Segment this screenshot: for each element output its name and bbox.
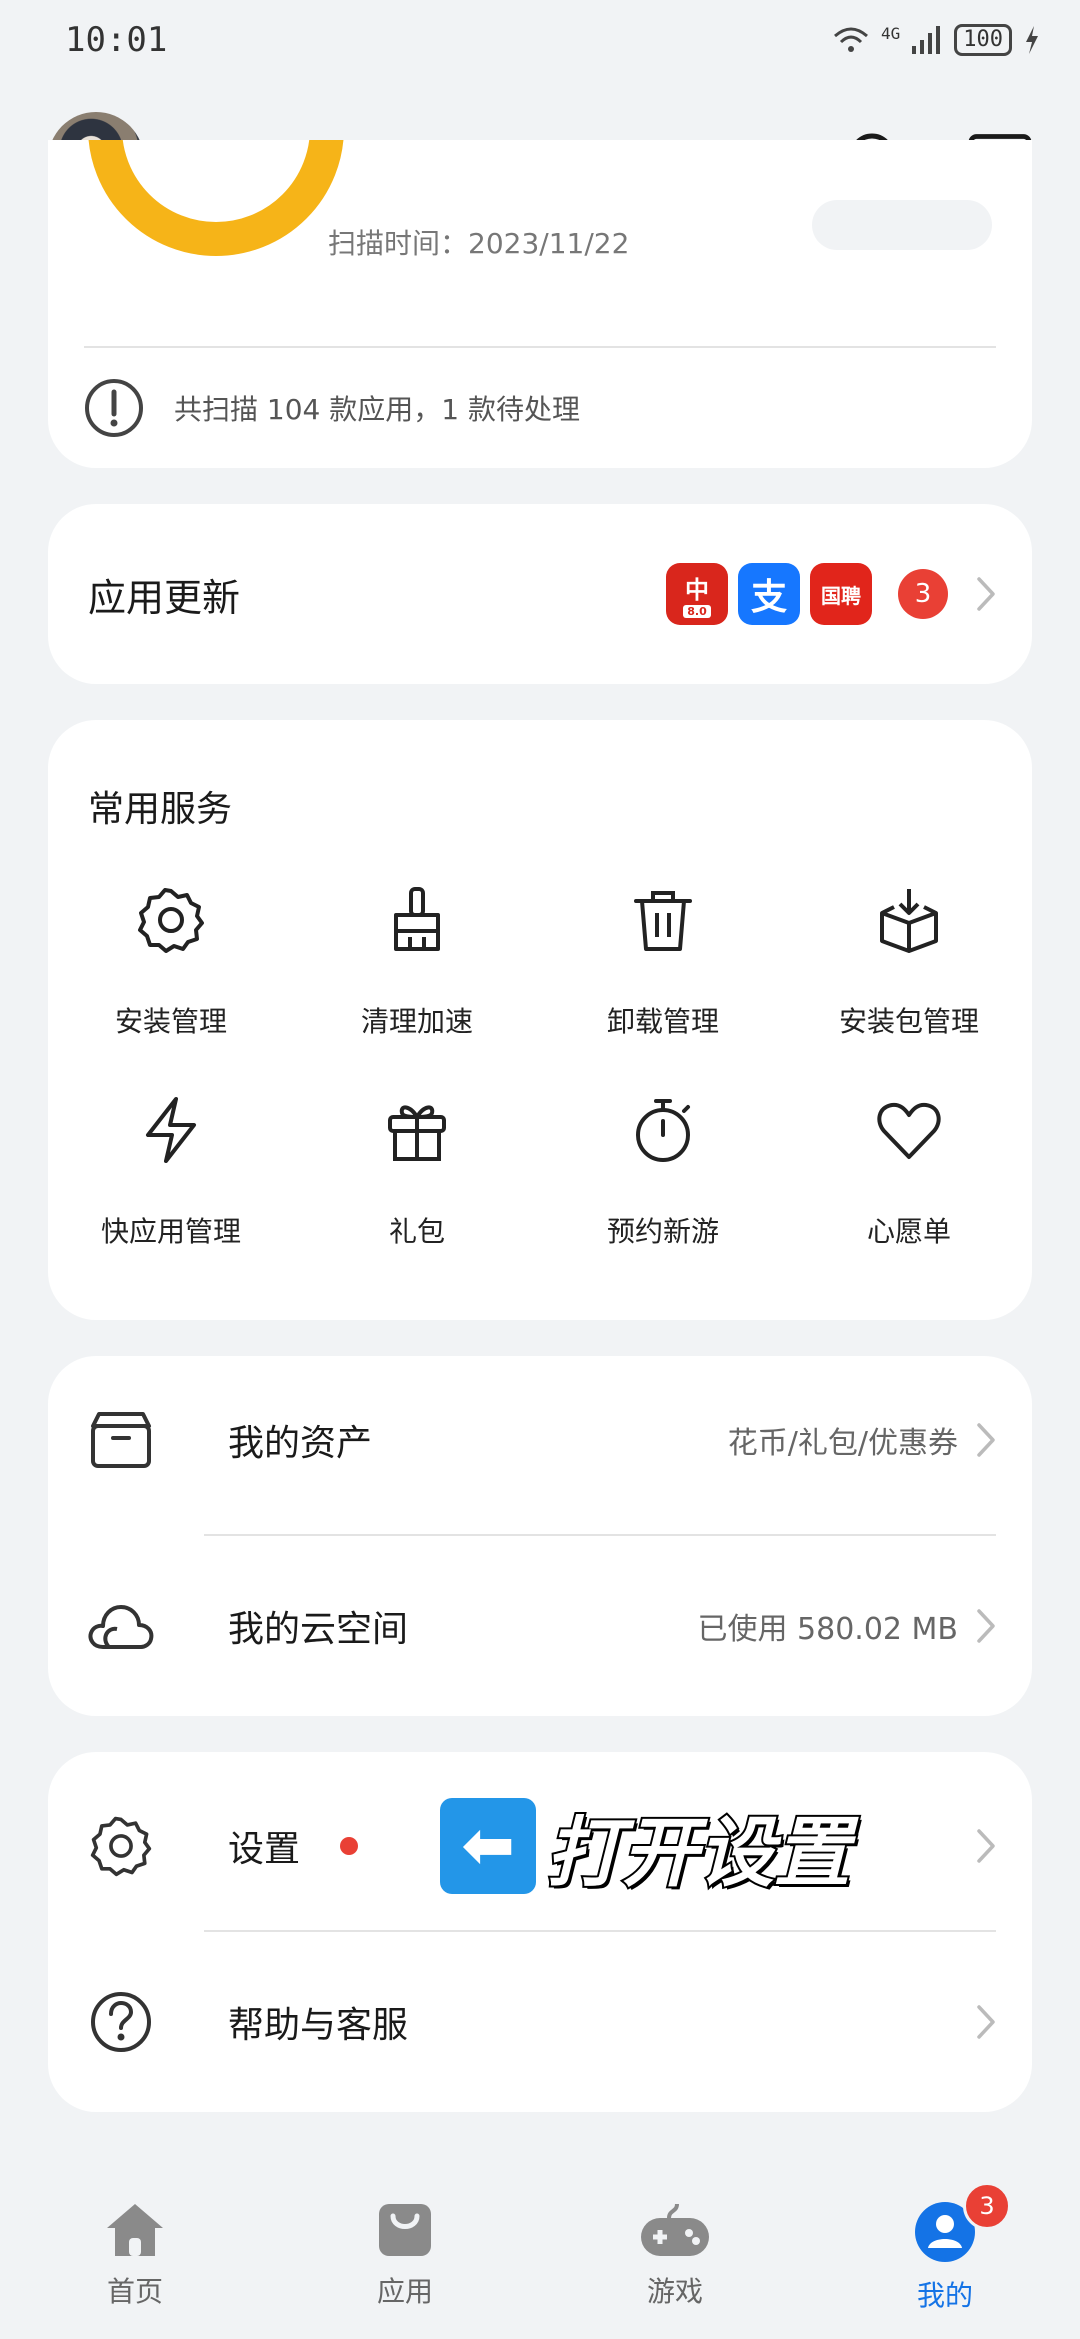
my-assets-row[interactable]: 我的资产 花币/礼包/优惠券 (48, 1356, 1032, 1524)
status-icons: 4G 100 (833, 24, 1040, 56)
service-wishlist[interactable]: 心愿单 (786, 1090, 1032, 1300)
service-uninstall-manager[interactable]: 卸载管理 (540, 880, 786, 1090)
stopwatch-icon (636, 1099, 690, 1162)
my-assets-value: 花币/礼包/优惠券 (727, 1426, 958, 1461)
status-time: 10:01 (65, 20, 168, 60)
shopping-bag-icon (379, 2204, 431, 2256)
service-install-manager[interactable]: 安装管理 (48, 880, 294, 1090)
scan-summary[interactable]: 共扫描 104 款应用，1 款待处理 (84, 378, 580, 438)
pending-updates: 中 8.0 支 国聘 3 (666, 563, 996, 625)
chevron-right-icon (977, 1609, 995, 1643)
service-quick-app-manager[interactable]: 快应用管理 (48, 1090, 294, 1300)
tab-apps[interactable]: 应用 (315, 2200, 495, 2310)
overlay-caption: 打开设置 (544, 1806, 852, 1899)
bottom-tab-bar: 首页 应用 游戏 3 我的 (0, 2180, 1080, 2339)
status-bar: 10:01 4G 100 (0, 0, 1080, 80)
tab-mine-badge: 3 (963, 2182, 1011, 2230)
tab-games[interactable]: 游戏 (585, 2200, 765, 2310)
settings-label: 设置 (228, 1829, 301, 1870)
cloud-icon (88, 1605, 154, 1649)
common-services-card: 常用服务 安装管理 清理加速 卸载管理 安装包管理 快应用管理 礼包 预约新游 … (48, 720, 1032, 1320)
divider (204, 1930, 996, 1932)
left-arrow-icon: ⬅ (440, 1798, 537, 1894)
divider (84, 346, 996, 348)
settings-card: 设置 ⬅ 打开设置 帮助与客服 (48, 1752, 1032, 2112)
package-icon (880, 889, 938, 953)
quick-app-icon (146, 1097, 196, 1163)
gear-icon (90, 1816, 152, 1877)
service-gift-pack[interactable]: 礼包 (294, 1090, 540, 1300)
divider (204, 1534, 996, 1536)
service-new-game-preorder[interactable]: 预约新游 (540, 1090, 786, 1300)
help-label: 帮助与客服 (228, 2005, 409, 2046)
chevron-right-icon (977, 2005, 995, 2039)
service-package-manager[interactable]: 安装包管理 (786, 880, 1032, 1090)
wallet-box-icon (91, 1412, 151, 1468)
my-cloud-label: 我的云空间 (228, 1609, 409, 1650)
scan-action-chip[interactable] (812, 200, 992, 250)
guopin-app-icon: 国聘 (810, 563, 872, 625)
settings-row[interactable]: 设置 ⬅ 打开设置 (48, 1762, 1032, 1930)
alipay-app-icon: 支 (738, 563, 800, 625)
battery-indicator: 100 (954, 24, 1012, 56)
trash-icon (634, 891, 692, 951)
help-row[interactable]: 帮助与客服 (48, 1938, 1032, 2106)
charging-icon (1026, 26, 1038, 54)
home-icon (107, 2204, 163, 2256)
gamepad-icon (641, 2203, 709, 2256)
scan-summary-text: 共扫描 104 款应用，1 款待处理 (174, 393, 580, 426)
my-assets-label: 我的资产 (228, 1423, 373, 1464)
alert-icon (85, 379, 143, 437)
wifi-icon (833, 27, 868, 52)
services-title: 常用服务 (88, 789, 233, 830)
app-update-title: 应用更新 (88, 575, 241, 620)
bank-app-icon: 中 8.0 (666, 563, 728, 625)
broom-icon (394, 887, 440, 951)
security-scan-card[interactable]: 扫描时间：2023/11/22 共扫描 104 款应用，1 款待处理 (48, 140, 1032, 468)
chevron-right-icon (977, 577, 995, 611)
tab-mine[interactable]: 3 我的 (855, 2182, 1035, 2314)
update-count-badge: 3 (898, 569, 948, 619)
chevron-right-icon (977, 1829, 995, 1863)
gift-icon (388, 1105, 446, 1161)
app-update-row[interactable]: 应用更新 中 8.0 支 国聘 3 (48, 504, 1032, 684)
signal-icon (912, 26, 941, 54)
network-type: 4G (880, 24, 901, 43)
gear-icon (138, 888, 204, 953)
scan-time: 扫描时间：2023/11/22 (328, 227, 630, 260)
help-icon (91, 1992, 151, 2052)
heart-icon (877, 1102, 941, 1159)
settings-notification-dot (340, 1837, 359, 1855)
my-cloud-row[interactable]: 我的云空间 已使用 580.02 MB (48, 1542, 1032, 1710)
tab-home[interactable]: 首页 (45, 2200, 225, 2310)
scan-score-ring (88, 140, 344, 256)
assets-card: 我的资产 花币/礼包/优惠券 我的云空间 已使用 580.02 MB (48, 1356, 1032, 1716)
my-cloud-usage: 已使用 580.02 MB (697, 1612, 958, 1647)
chevron-right-icon (977, 1423, 995, 1457)
services-grid: 安装管理 清理加速 卸载管理 安装包管理 快应用管理 礼包 预约新游 心愿单 (48, 880, 1032, 1300)
service-cleanup[interactable]: 清理加速 (294, 880, 540, 1090)
